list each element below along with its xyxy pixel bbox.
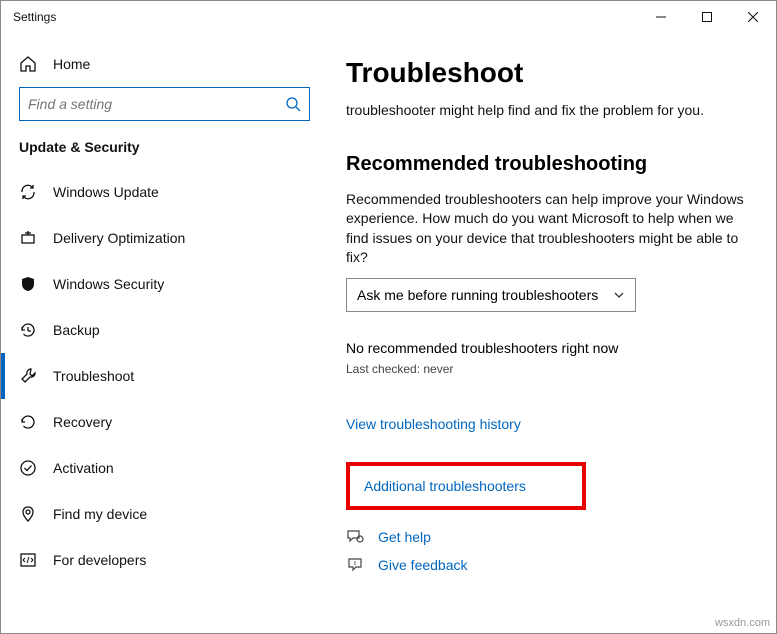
sidebar-item-label: Delivery Optimization <box>53 230 185 246</box>
get-help-link[interactable]: Get help <box>346 528 756 546</box>
delivery-icon <box>19 229 37 247</box>
sidebar-item-label: Windows Security <box>53 276 164 292</box>
sidebar-item-recovery[interactable]: Recovery <box>1 399 324 445</box>
chat-icon <box>346 528 364 546</box>
code-icon <box>19 551 37 569</box>
minimize-button[interactable] <box>638 1 684 33</box>
sidebar-item-troubleshoot[interactable]: Troubleshoot <box>1 353 324 399</box>
last-checked: Last checked: never <box>346 362 756 376</box>
search-icon <box>285 96 301 112</box>
give-feedback-link[interactable]: Give feedback <box>346 556 756 574</box>
sidebar-item-windows-security[interactable]: Windows Security <box>1 261 324 307</box>
section-desc: Recommended troubleshooters can help imp… <box>346 190 756 268</box>
home-link[interactable]: Home <box>1 45 324 83</box>
sidebar-item-label: Activation <box>53 460 114 476</box>
additional-troubleshooters-link[interactable]: Additional troubleshooters <box>364 478 568 494</box>
sidebar-item-activation[interactable]: Activation <box>1 445 324 491</box>
sidebar-item-label: Troubleshoot <box>53 368 134 384</box>
page-intro: troubleshooter might help find and fix t… <box>346 101 756 121</box>
feedback-icon <box>346 556 364 574</box>
search-input[interactable] <box>19 87 310 121</box>
home-label: Home <box>53 56 90 72</box>
sidebar-item-backup[interactable]: Backup <box>1 307 324 353</box>
check-circle-icon <box>19 459 37 477</box>
maximize-button[interactable] <box>684 1 730 33</box>
select-value: Ask me before running troubleshooters <box>357 287 613 303</box>
main-panel: Troubleshoot troubleshooter might help f… <box>324 33 776 633</box>
title-bar: Settings <box>1 1 776 33</box>
sidebar-item-windows-update[interactable]: Windows Update <box>1 169 324 215</box>
window-title: Settings <box>13 10 56 24</box>
chevron-down-icon <box>613 289 625 301</box>
sidebar-item-label: Find my device <box>53 506 147 522</box>
page-title: Troubleshoot <box>346 57 756 89</box>
give-feedback-label: Give feedback <box>378 557 468 573</box>
sidebar-item-label: For developers <box>53 552 146 568</box>
sidebar: Home Update & Security Windows Update De… <box>1 33 324 633</box>
location-icon <box>19 505 37 523</box>
sidebar-item-for-developers[interactable]: For developers <box>1 537 324 583</box>
close-button[interactable] <box>730 1 776 33</box>
search-field[interactable] <box>28 96 285 112</box>
status-none: No recommended troubleshooters right now <box>346 340 756 356</box>
watermark: wsxdn.com <box>715 617 770 629</box>
wrench-icon <box>19 367 37 385</box>
home-icon <box>19 55 37 73</box>
sidebar-item-delivery-optimization[interactable]: Delivery Optimization <box>1 215 324 261</box>
recovery-icon <box>19 413 37 431</box>
shield-icon <box>19 275 37 293</box>
get-help-label: Get help <box>378 529 431 545</box>
backup-icon <box>19 321 37 339</box>
category-heading: Update & Security <box>1 139 324 169</box>
sidebar-item-label: Backup <box>53 322 100 338</box>
history-link[interactable]: View troubleshooting history <box>346 416 756 432</box>
sidebar-item-label: Recovery <box>53 414 112 430</box>
section-title: Recommended troubleshooting <box>346 153 756 176</box>
sidebar-item-find-my-device[interactable]: Find my device <box>1 491 324 537</box>
sync-icon <box>19 183 37 201</box>
highlight-box: Additional troubleshooters <box>346 462 586 510</box>
troubleshoot-preference-select[interactable]: Ask me before running troubleshooters <box>346 278 636 312</box>
sidebar-item-label: Windows Update <box>53 184 159 200</box>
